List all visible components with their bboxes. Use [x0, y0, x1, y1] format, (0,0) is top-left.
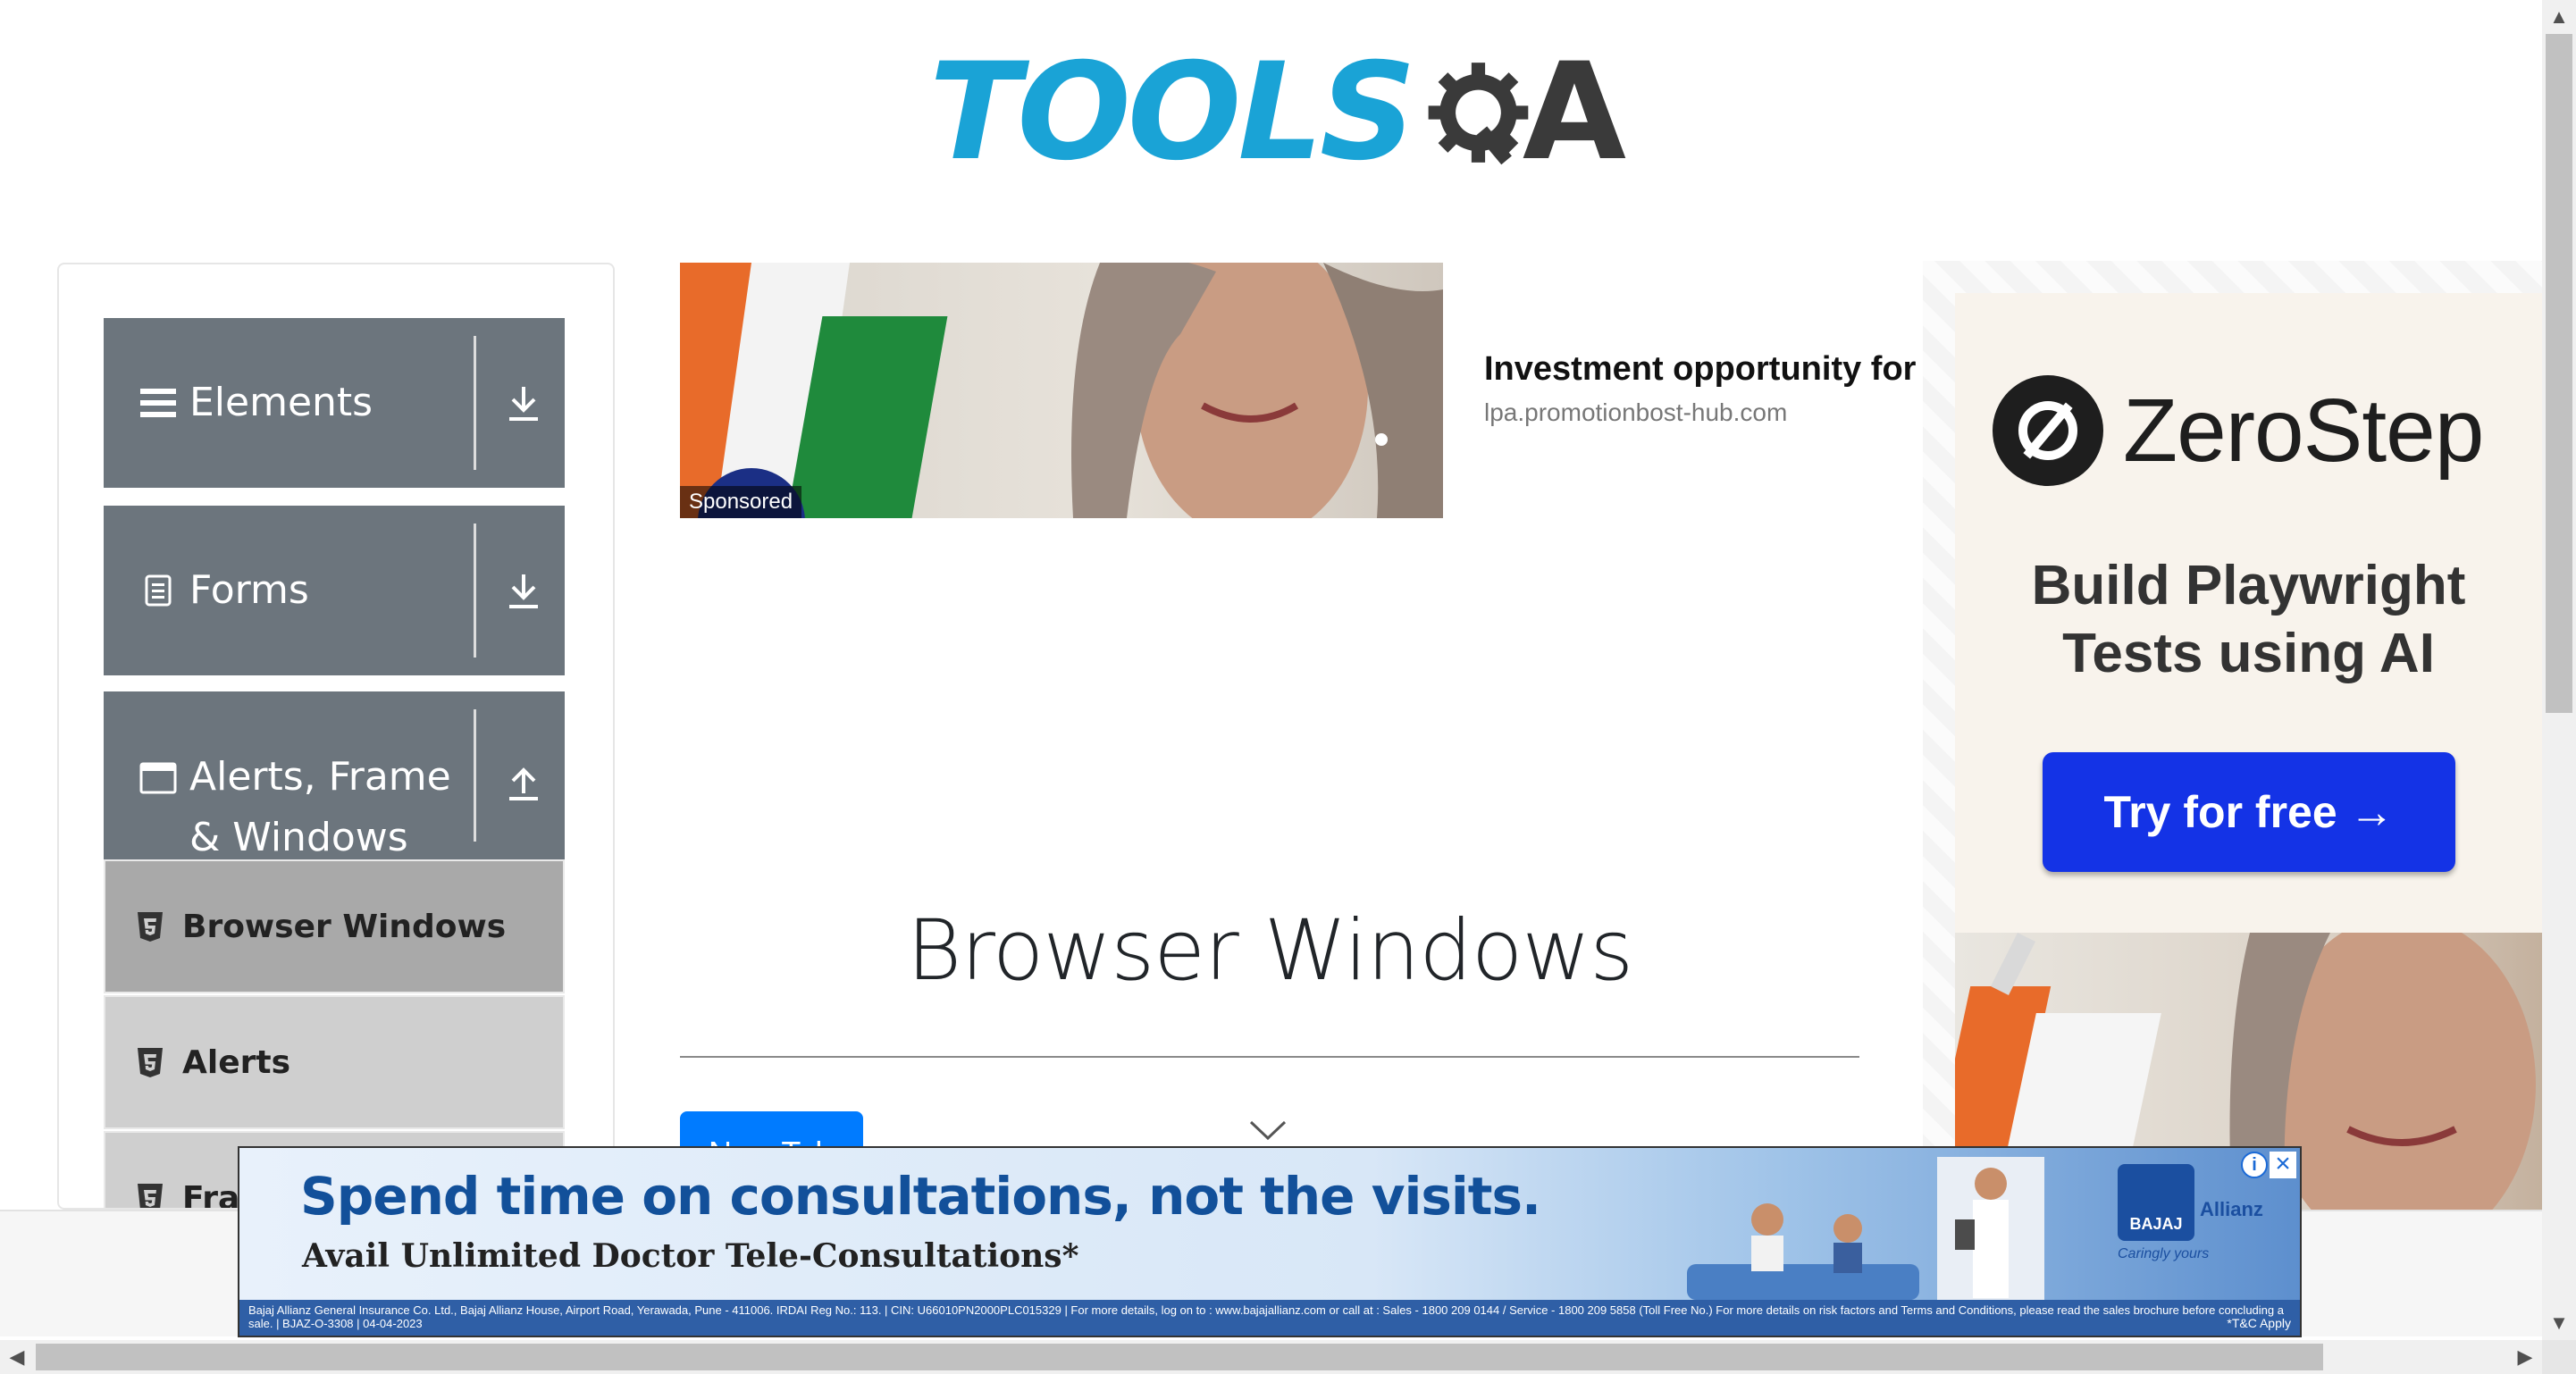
sidebar-item-label: Browser Windows — [182, 908, 507, 945]
left-sidebar: Elements Forms Alerts, Frame & Windows B… — [57, 263, 615, 1210]
upload-arrow-icon[interactable] — [497, 756, 550, 809]
scroll-right-arrow-icon[interactable]: ▶ — [2508, 1340, 2542, 1374]
sidebar-group-label: Alerts, Frame & Windows — [189, 754, 451, 860]
bajaj-logo-icon: BAJAJ — [2118, 1164, 2194, 1241]
sidebar-group-elements[interactable]: Elements — [104, 318, 565, 488]
tagline: Caringly yours — [2118, 1246, 2210, 1261]
toolsqa-logo[interactable]: TOOLS A — [929, 32, 1626, 193]
scroll-left-arrow-icon[interactable]: ◀ — [0, 1340, 34, 1374]
ad-domain[interactable]: lpa.promotionbost-hub.com — [1484, 398, 1787, 427]
zerostep-logo-icon — [1993, 375, 2103, 486]
banner-terms: *T&C Apply — [2227, 1316, 2291, 1330]
banner-subheadline: Avail Unlimited Doctor Tele-Consultation… — [302, 1237, 1079, 1275]
logo-text-a: A — [1522, 35, 1626, 190]
title-divider — [680, 1056, 1859, 1058]
sidebar-group-label: Forms — [189, 567, 309, 613]
hamburger-icon — [139, 384, 177, 422]
scrollbar-corner — [2542, 1340, 2576, 1374]
document-icon — [139, 572, 177, 609]
html5-icon — [138, 1048, 163, 1077]
logo-text-tools: TOOLS — [929, 35, 1416, 190]
download-arrow-icon[interactable] — [497, 376, 550, 430]
html5-icon — [138, 1184, 163, 1208]
sidebar-group-forms[interactable]: Forms — [104, 506, 565, 675]
ad-headline: Build Playwright Tests using AI — [1955, 552, 2542, 688]
vertical-scroll-thumb[interactable] — [2546, 34, 2572, 713]
sidebar-group-alerts-frame-windows[interactable]: Alerts, Frame & Windows — [104, 691, 565, 860]
sidebar-item-alerts[interactable]: Alerts — [104, 995, 565, 1129]
sponsored-badge: Sponsored — [680, 486, 802, 518]
banner-fine-print: Bajaj Allianz General Insurance Co. Ltd.… — [239, 1300, 2300, 1336]
ad-photo — [680, 263, 1443, 518]
brand-name: ZeroStep — [2123, 380, 2484, 481]
html5-icon — [138, 912, 163, 942]
try-for-free-button[interactable]: Try for free → — [2043, 752, 2455, 872]
site-header: TOOLS A — [0, 0, 2542, 232]
bajaj-allianz-logo: BAJAJ Allianz Caringly yours — [2118, 1164, 2263, 1262]
sidebar-group-label: Elements — [189, 380, 373, 425]
scroll-down-arrow-icon[interactable]: ▼ — [2542, 1306, 2576, 1340]
divider — [474, 524, 476, 658]
bajaj-allianz-banner-ad[interactable]: Spend time on consultations, not the vis… — [238, 1146, 2302, 1337]
ad-headline-line1: Build Playwright — [2031, 555, 2466, 616]
horizontal-scroll-thumb[interactable] — [36, 1344, 2323, 1370]
chevron-down-icon[interactable] — [1247, 1117, 1288, 1144]
sidebar-item-browser-windows[interactable]: Browser Windows — [104, 859, 565, 993]
window-icon — [139, 759, 177, 797]
sponsored-ad-image[interactable]: Sponsored — [680, 263, 1443, 518]
download-arrow-icon[interactable] — [497, 564, 550, 617]
sidebar-item-label: Alerts — [182, 1043, 291, 1081]
banner-headline: Spend time on consultations, not the vis… — [300, 1166, 1541, 1227]
ad-headline-line2: Tests using AI — [2062, 623, 2435, 684]
horizontal-scrollbar[interactable]: ◀ ▶ — [0, 1340, 2542, 1374]
info-icon[interactable]: i — [2241, 1152, 2268, 1178]
zerostep-ad[interactable]: ZeroStep Build Playwright Tests using AI… — [1923, 261, 2542, 1210]
scroll-up-arrow-icon[interactable]: ▲ — [2542, 0, 2576, 34]
allianz-label: Allianz — [2200, 1198, 2263, 1220]
close-icon[interactable]: × — [2270, 1151, 2296, 1178]
gear-icon — [1428, 63, 1529, 165]
divider — [474, 709, 476, 842]
zerostep-brand: ZeroStep — [1993, 375, 2484, 486]
doctor-consultation-illustration — [1687, 1157, 2044, 1303]
vertical-scrollbar[interactable]: ▲ ▼ — [2542, 0, 2576, 1340]
page-title: Browser Windows — [906, 902, 1633, 1000]
ad-title[interactable]: Investment opportunity for — [1484, 350, 1916, 389]
divider — [474, 336, 476, 470]
